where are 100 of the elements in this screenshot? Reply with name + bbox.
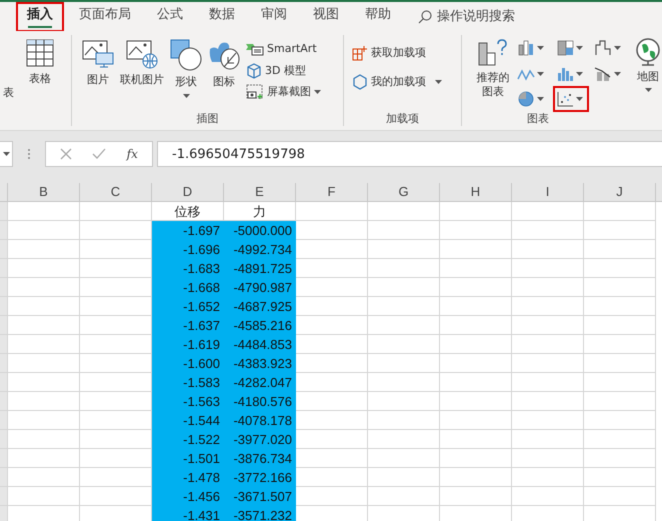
table-cell: -4891.725 <box>224 259 296 278</box>
ribbon-button[interactable]: 我的加载项 <box>352 74 453 90</box>
row-header[interactable] <box>0 221 8 240</box>
table-cell: -4383.923 <box>224 354 296 373</box>
empty-cell <box>368 430 440 449</box>
empty-cell <box>512 297 584 316</box>
table-cell: -3671.507 <box>224 487 296 506</box>
empty-cell <box>512 278 584 297</box>
table-button[interactable]: 表格 <box>26 39 54 126</box>
ribbon-button[interactable]: 获取加载项 <box>352 45 453 62</box>
ribbon-tab[interactable]: 插入 <box>18 4 62 30</box>
ribbon-button[interactable]: 图标 <box>208 39 240 112</box>
empty-cell <box>440 430 512 449</box>
caret-icon <box>2 152 10 156</box>
ribbon-tab[interactable]: 视图 <box>304 4 348 30</box>
table-cell: -3876.734 <box>224 449 296 468</box>
column-header[interactable]: D <box>152 183 224 201</box>
row-header[interactable] <box>0 449 8 468</box>
table-cell: -1.619 <box>152 335 224 354</box>
table-cell: -4790.987 <box>224 278 296 297</box>
ribbon-button[interactable]: 形状 <box>170 39 202 112</box>
empty-cell <box>368 392 440 411</box>
empty-cell <box>584 316 656 335</box>
row-header[interactable] <box>0 297 8 316</box>
store-icon <box>352 45 368 62</box>
empty-cell <box>368 354 440 373</box>
row-header[interactable] <box>0 430 8 449</box>
map-button[interactable]: 地图 <box>634 37 662 112</box>
empty-cell <box>440 449 512 468</box>
ribbon-tab[interactable]: 帮助 <box>356 4 400 30</box>
name-box[interactable] <box>0 141 13 167</box>
caret-icon <box>614 72 622 76</box>
row-header[interactable] <box>0 354 8 373</box>
empty-cell <box>512 259 584 278</box>
ribbon-button[interactable]: 图片 <box>82 39 114 112</box>
row-header[interactable] <box>0 278 8 297</box>
table-cell: -1.697 <box>152 221 224 240</box>
pie-chart-icon <box>517 90 535 108</box>
table-cell: -3772.166 <box>224 468 296 487</box>
table-cell: -4484.853 <box>224 335 296 354</box>
column-header[interactable]: C <box>80 183 152 201</box>
ribbon-tab[interactable]: 数据 <box>200 4 244 30</box>
ribbon-button[interactable]: 3D 模型 <box>246 62 321 79</box>
caret-icon <box>614 46 622 50</box>
button-label[interactable]: 表 <box>3 85 14 102</box>
ribbon-button[interactable]: SmartArt <box>246 41 321 58</box>
row-header[interactable] <box>0 240 8 259</box>
column-header[interactable]: J <box>584 183 656 201</box>
table-cell: -5000.000 <box>224 221 296 240</box>
smartart-icon <box>246 42 264 56</box>
empty-cell <box>368 411 440 430</box>
ribbon-tab[interactable]: 审阅 <box>252 4 296 30</box>
column-header[interactable]: E <box>224 183 296 201</box>
recommended-charts-button[interactable]: 推荐的图表 <box>474 37 512 112</box>
column-header[interactable]: F <box>296 183 368 201</box>
empty-cell <box>296 202 368 221</box>
row-header[interactable] <box>0 202 8 221</box>
row-header[interactable] <box>0 335 8 354</box>
column-header[interactable]: B <box>8 183 80 201</box>
empty-cell <box>584 335 656 354</box>
empty-cell <box>584 202 656 221</box>
table-icon <box>26 39 54 67</box>
table-cell: -1.683 <box>152 259 224 278</box>
row-header[interactable] <box>0 411 8 430</box>
row-header[interactable] <box>0 373 8 392</box>
empty-cell <box>512 449 584 468</box>
row-header[interactable] <box>0 316 8 335</box>
cube-icon <box>246 62 262 79</box>
row-header[interactable] <box>0 392 8 411</box>
column-header[interactable]: G <box>368 183 440 201</box>
search-field[interactable]: 操作说明搜索 <box>437 6 547 26</box>
ribbon-tab[interactable]: 公式 <box>148 4 192 30</box>
search-icon <box>418 10 432 24</box>
waterfall-chart-icon <box>594 39 612 57</box>
row-header[interactable] <box>0 259 8 278</box>
empty-cell <box>440 354 512 373</box>
cancel-icon[interactable] <box>60 148 72 160</box>
row-header[interactable] <box>0 487 8 506</box>
table-cell: -1.563 <box>152 392 224 411</box>
ribbon-button[interactable]: 屏幕截图 <box>246 84 321 100</box>
table-cell: -4180.576 <box>224 392 296 411</box>
column-header[interactable]: I <box>512 183 584 201</box>
formula-field[interactable]: -1.69650475519798 <box>157 141 662 167</box>
row-header[interactable] <box>0 468 8 487</box>
empty-cell <box>368 449 440 468</box>
empty-cell <box>512 240 584 259</box>
ribbon-tab[interactable]: 页面布局 <box>70 4 140 30</box>
insert-function-button[interactable]: fx <box>126 145 138 163</box>
table-cell: -1.652 <box>152 297 224 316</box>
column-header[interactable]: H <box>440 183 512 201</box>
ribbon-button[interactable]: 联机图片 <box>120 39 164 112</box>
enter-icon[interactable] <box>92 148 106 160</box>
empty-cell <box>584 487 656 506</box>
empty-cell <box>512 221 584 240</box>
chart-help-icon <box>477 37 509 67</box>
chart-type-button[interactable] <box>554 88 588 110</box>
empty-cell <box>440 373 512 392</box>
group-label: 加载项 <box>385 112 420 126</box>
hexagon-icon <box>352 74 368 90</box>
row-header[interactable] <box>0 506 8 521</box>
